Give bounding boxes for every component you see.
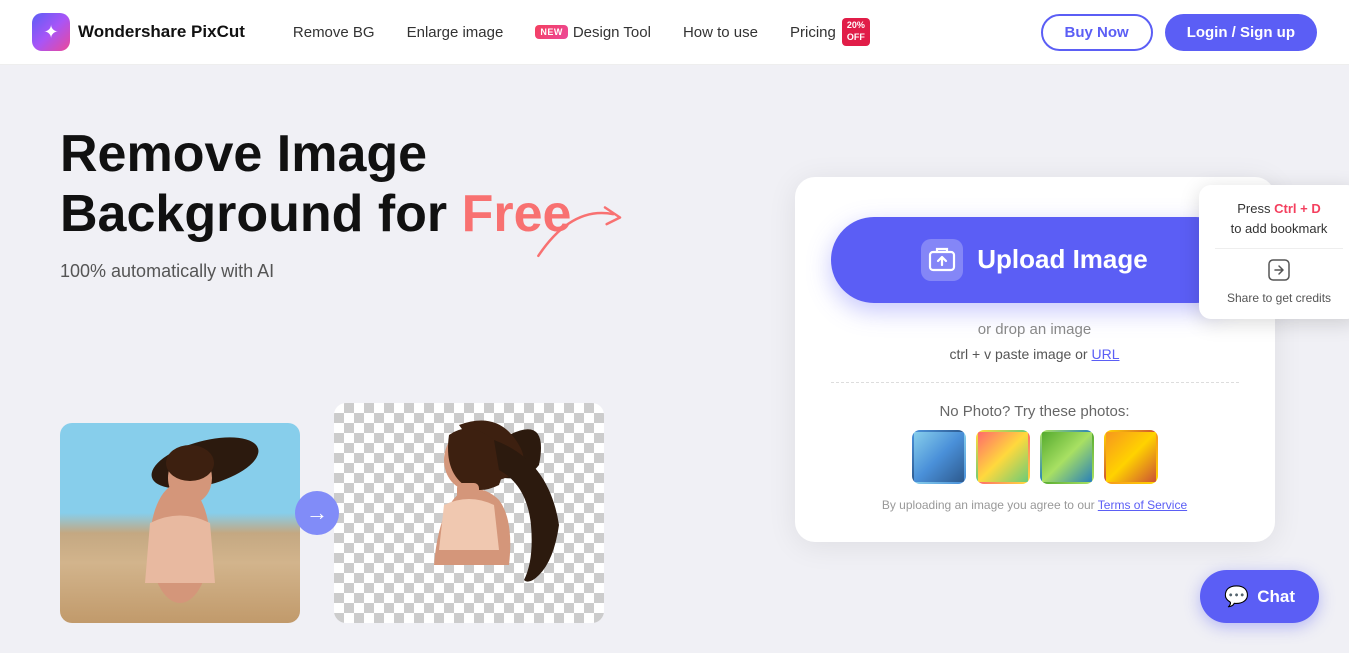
try-photos: No Photo? Try these photos: By uploading…: [831, 403, 1239, 512]
terms-text: By uploading an image you agree to our T…: [831, 498, 1239, 512]
demo-images: →: [60, 403, 604, 623]
sample-photo-2[interactable]: [976, 430, 1030, 484]
nav-remove-bg[interactable]: Remove BG: [293, 24, 375, 41]
paste-text: ctrl + v paste image or URL: [831, 346, 1239, 362]
logo-text: Wondershare PixCut: [78, 22, 245, 42]
upload-section: Upload Image or drop an image ctrl + v p…: [720, 65, 1349, 653]
photo-thumbs: [831, 430, 1239, 484]
woman-original-svg: [95, 423, 265, 623]
nav-pricing[interactable]: Pricing 20%OFF: [790, 18, 870, 45]
nav-enlarge-image[interactable]: Enlarge image: [407, 24, 504, 41]
bookmark-popup: Press Ctrl + D to add bookmark Share to …: [1199, 185, 1349, 319]
new-badge: NEW: [535, 25, 568, 39]
terms-link[interactable]: Terms of Service: [1098, 498, 1187, 512]
bookmark-text: Press Ctrl + D to add bookmark: [1215, 199, 1343, 238]
beach-scene: [60, 423, 300, 623]
navbar: ✦ Wondershare PixCut Remove BG Enlarge i…: [0, 0, 1349, 65]
nav-how-to-use[interactable]: How to use: [683, 24, 758, 41]
sample-photo-4[interactable]: [1104, 430, 1158, 484]
main-content: Remove ImageBackground for Free 100% aut…: [0, 65, 1349, 653]
logo-icon: ✦: [32, 13, 70, 51]
upload-icon: [921, 239, 963, 281]
login-button[interactable]: Login / Sign up: [1165, 14, 1317, 51]
logo[interactable]: ✦ Wondershare PixCut: [32, 13, 245, 51]
hero-section: Remove ImageBackground for Free 100% aut…: [0, 65, 720, 653]
pricing-badge: 20%OFF: [842, 18, 870, 45]
nav-links: Remove BG Enlarge image NEW Design Tool …: [293, 18, 1041, 45]
chat-icon: 💬: [1224, 584, 1249, 609]
demo-result: [334, 403, 604, 623]
woman-result-svg: [369, 405, 569, 623]
demo-original: [60, 423, 300, 623]
try-photos-label: No Photo? Try these photos:: [831, 403, 1239, 420]
arrow-decoration: [530, 195, 630, 275]
arrow-icon: →: [295, 491, 339, 535]
share-icon: [1215, 259, 1343, 287]
drop-text: or drop an image: [831, 321, 1239, 338]
chat-button[interactable]: 💬 Chat: [1200, 570, 1319, 623]
upload-meta: or drop an image ctrl + v paste image or…: [831, 321, 1239, 362]
url-link[interactable]: URL: [1092, 346, 1120, 362]
sample-photo-1[interactable]: [912, 430, 966, 484]
ctrl-d-text: Ctrl + D: [1274, 201, 1321, 216]
upload-button[interactable]: Upload Image: [831, 217, 1239, 303]
share-text: Share to get credits: [1215, 291, 1343, 305]
nav-design-tool[interactable]: NEW Design Tool: [535, 24, 651, 41]
bookmark-divider: [1215, 248, 1343, 249]
divider: [831, 382, 1239, 383]
sample-photo-3[interactable]: [1040, 430, 1094, 484]
buy-now-button[interactable]: Buy Now: [1041, 14, 1153, 51]
nav-actions: Buy Now Login / Sign up: [1041, 14, 1317, 51]
